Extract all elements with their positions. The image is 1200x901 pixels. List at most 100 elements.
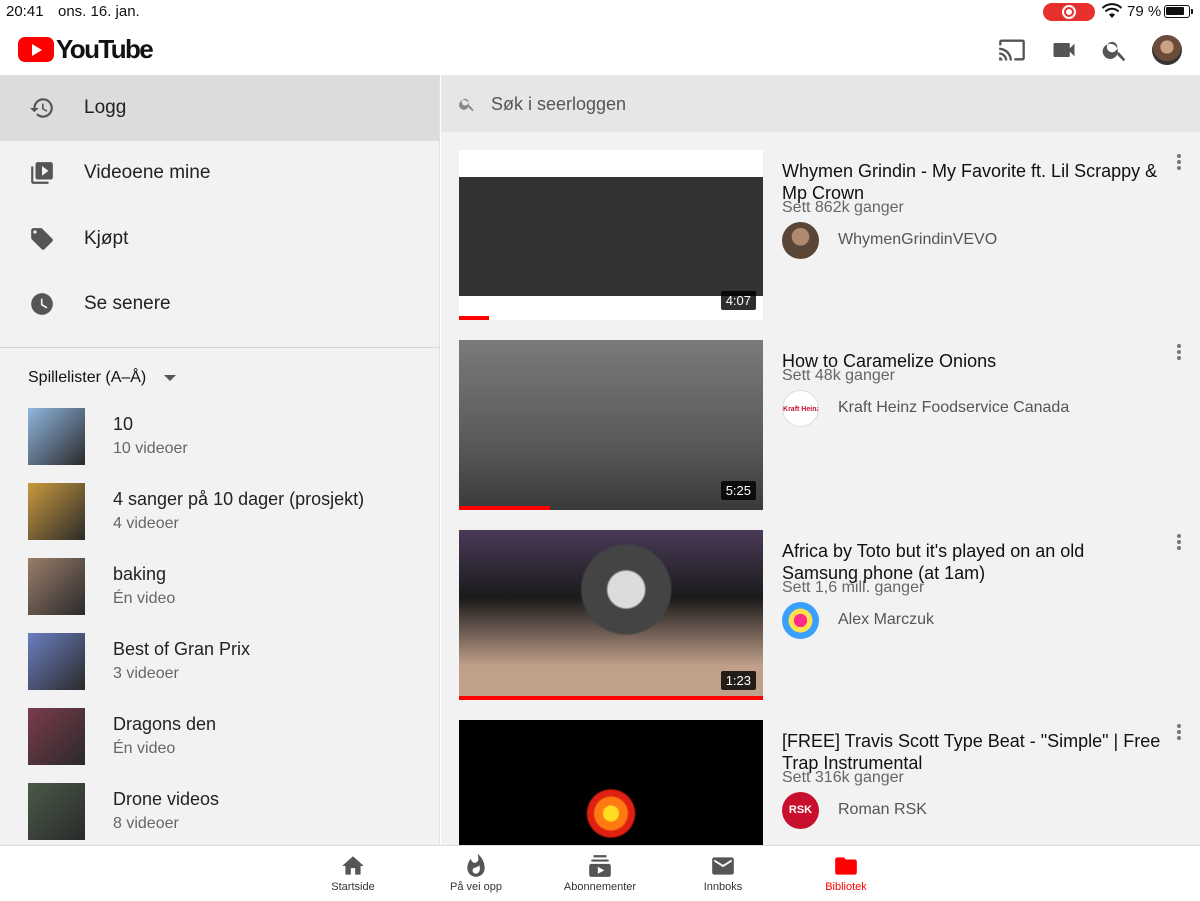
bottom-navigation: Startside På vei opp Abonnementer Innbok… <box>0 845 1200 900</box>
playlist-item[interactable]: Dragons den Én video <box>0 708 439 783</box>
playlist-item[interactable]: 10 10 videoer <box>0 408 439 483</box>
video-views: Sett 862k ganger <box>782 199 904 216</box>
history-list: 4:07 Whymen Grindin - My Favorite ft. Lil… <box>441 75 1200 845</box>
playlist-thumbnail <box>28 558 85 615</box>
avatar[interactable] <box>1152 35 1182 65</box>
tab-label: Bibliotek <box>825 881 867 893</box>
sidebar-item-watch-later[interactable]: Se senere <box>0 272 439 338</box>
playlist-thumbnail <box>28 483 85 540</box>
playlist-list: 10 10 videoer 4 sanger på 10 dager (prosje… <box>0 408 439 845</box>
video-item[interactable]: 4:07 Whymen Grindin - My Favorite ft. Lil… <box>441 150 1200 340</box>
sidebar-item-label: Kjøpt <box>84 227 129 249</box>
status-bar: 20:41 ons. 16. jan. 79 % <box>0 0 1200 24</box>
sidebar-item-history[interactable]: Logg <box>0 75 439 141</box>
playlist-video-count: 3 videoer <box>113 665 179 682</box>
playlist-thumbnail <box>28 708 85 765</box>
video-thumbnail[interactable]: 1:23 <box>459 530 763 700</box>
video-duration: 1:23 <box>720 671 756 690</box>
sidebar-item-my-videos[interactable]: Videoene mine <box>0 141 439 207</box>
tag-icon <box>31 227 53 250</box>
channel-avatar[interactable] <box>782 222 819 259</box>
more-options-icon[interactable] <box>1176 152 1182 170</box>
channel-logo-text: Kraft Heinz <box>783 406 819 413</box>
search-icon <box>459 98 474 112</box>
channel-avatar[interactable]: Kraft Heinz <box>782 390 819 427</box>
channel-avatar[interactable] <box>782 602 819 639</box>
history-search-input[interactable] <box>491 87 1171 121</box>
sidebar-item-label: Se senere <box>84 293 171 315</box>
tab-inbox[interactable]: Innboks <box>668 846 778 901</box>
channel-name[interactable]: Roman RSK <box>838 801 927 819</box>
battery-percent: 79 % <box>1127 3 1162 20</box>
app-name: YouTube <box>56 33 154 64</box>
video-duration: 5:25 <box>720 481 756 500</box>
video-item[interactable]: 1:23 Africa by Toto but it's played on an… <box>441 530 1200 720</box>
sidebar-item-purchased[interactable]: Kjøpt <box>0 206 439 272</box>
youtube-logo[interactable]: YouTube <box>18 33 154 64</box>
tab-label: Abonnementer <box>563 881 637 893</box>
playlist-item[interactable]: 4 sanger på 10 dager (prosjekt) 4 videoer <box>0 483 439 558</box>
video-thumbnail[interactable]: 5:25 <box>459 340 763 510</box>
tab-library[interactable]: Bibliotek <box>791 846 901 901</box>
library-sidebar: Logg Videoene mine Kjøpt Se senere Spill… <box>0 75 440 845</box>
tab-home[interactable]: Startside <box>298 846 408 901</box>
playlist-title: Best of Gran Prix <box>113 639 251 659</box>
playlist-video-count: Én video <box>113 740 176 757</box>
chevron-down-icon <box>164 375 177 381</box>
more-options-icon[interactable] <box>1176 532 1182 550</box>
channel-name[interactable]: Alex Marczuk <box>838 611 934 629</box>
playlist-item[interactable]: Drone videos 8 videoer <box>0 783 439 845</box>
wifi-icon <box>1102 3 1122 18</box>
tab-subscriptions[interactable]: Abonnementer <box>545 846 655 901</box>
video-item[interactable]: 5:25 How to Caramelize Onions Sett 48k gan… <box>441 340 1200 530</box>
tab-label: På vei opp <box>450 881 502 893</box>
playlist-title: 10 <box>113 414 134 434</box>
subscriptions-icon <box>589 855 611 877</box>
playlists-sort-dropdown[interactable]: Spillelister (A–Å) <box>0 348 439 408</box>
playlist-title: Drone videos <box>113 789 220 809</box>
sidebar-item-label: Logg <box>84 96 127 118</box>
status-time: 20:41 <box>6 3 44 20</box>
mail-icon <box>712 857 734 875</box>
status-date: ons. 16. jan. <box>58 3 140 20</box>
playlist-thumbnail <box>28 408 85 465</box>
playlist-title: 4 sanger på 10 dager (prosjekt) <box>113 489 365 509</box>
history-icon <box>30 98 53 118</box>
home-icon <box>342 856 364 875</box>
camera-icon[interactable] <box>1050 36 1078 64</box>
clock-icon <box>31 293 53 316</box>
playlist-thumbnail <box>28 633 85 690</box>
channel-name[interactable]: Kraft Heinz Foodservice Canada <box>838 399 1069 417</box>
playlist-title: Dragons den <box>113 714 217 734</box>
more-options-icon[interactable] <box>1176 722 1182 740</box>
channel-logo-text: RSK <box>788 804 813 816</box>
watch-progress-bar <box>459 696 763 700</box>
playlists-header: Spillelister (A–Å) <box>28 369 147 386</box>
video-title[interactable]: Africa by Toto but it's played on an old… <box>782 540 1162 584</box>
video-item[interactable]: [FREE] Travis Scott Type Beat - "Simple"… <box>441 720 1200 845</box>
playlist-item[interactable]: baking Én video <box>0 558 439 633</box>
tab-label: Startside <box>331 881 375 893</box>
channel-avatar[interactable]: RSK <box>782 792 819 829</box>
history-search-bar <box>441 75 1200 132</box>
tab-trending[interactable]: På vei opp <box>421 846 531 901</box>
more-options-icon[interactable] <box>1176 342 1182 360</box>
folder-icon <box>835 857 857 875</box>
screen-recording-icon <box>1043 3 1095 21</box>
cast-icon[interactable] <box>998 36 1026 64</box>
video-thumbnail[interactable]: 4:07 <box>459 150 763 320</box>
playlist-title: baking <box>113 564 167 584</box>
video-duration: 4:07 <box>720 291 756 310</box>
video-views: Sett 48k ganger <box>782 367 895 384</box>
playlist-item[interactable]: Best of Gran Prix 3 videoer <box>0 633 439 708</box>
video-views: Sett 1,6 mill. ganger <box>782 579 925 596</box>
video-title[interactable]: Whymen Grindin - My Favorite ft. Lil Scr… <box>782 160 1162 204</box>
watch-progress-bar <box>459 506 551 510</box>
battery-icon <box>1164 5 1193 18</box>
channel-name[interactable]: WhymenGrindinVEVO <box>838 231 997 249</box>
my-videos-icon <box>31 162 53 185</box>
video-thumbnail[interactable] <box>459 720 763 845</box>
top-app-bar: YouTube <box>0 24 1200 75</box>
search-icon[interactable] <box>1101 36 1129 64</box>
video-title[interactable]: [FREE] Travis Scott Type Beat - "Simple"… <box>782 730 1162 774</box>
